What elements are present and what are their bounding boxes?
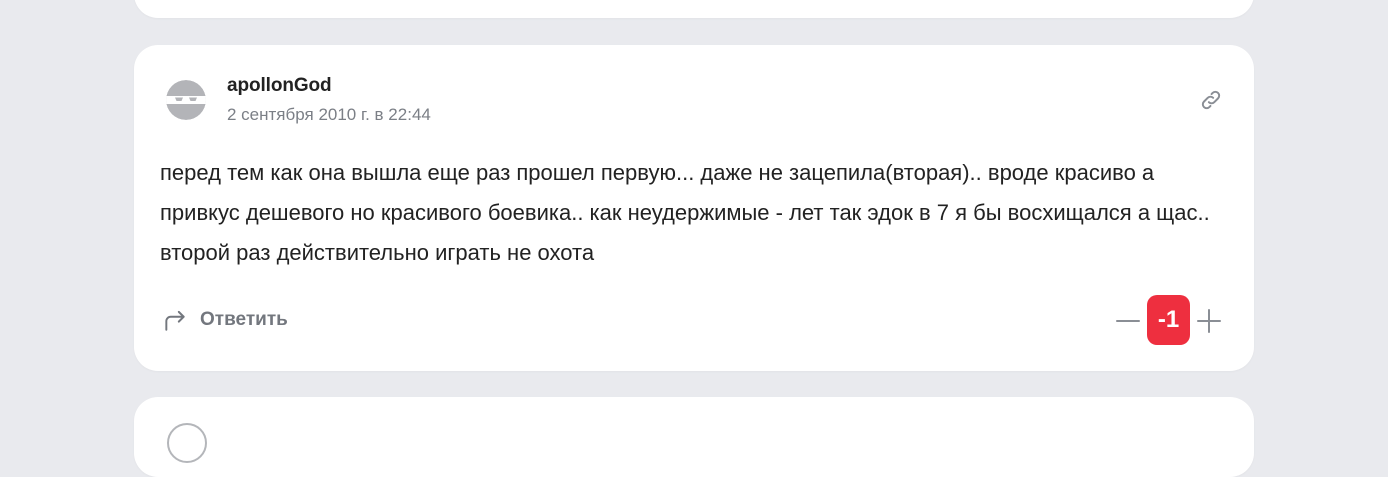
comment-author[interactable]: apollonGod	[227, 75, 332, 97]
reply-arrow-icon	[165, 310, 185, 331]
comment-card: apollonGod 2 сентября 2010 г. в 22:44 пе…	[134, 45, 1254, 371]
avatar[interactable]	[166, 80, 206, 120]
vote-down-button[interactable]	[1114, 307, 1142, 335]
comment-text: перед тем как она вышла еще раз прошел п…	[160, 160, 1210, 265]
rating-badge: -1	[1147, 295, 1190, 345]
anonymous-avatar-icon	[166, 80, 206, 120]
vote-up-button[interactable]	[1195, 307, 1223, 335]
reply-button[interactable]: Ответить	[162, 305, 288, 335]
reply-label: Ответить	[200, 309, 288, 330]
link-icon[interactable]	[1198, 87, 1224, 113]
avatar[interactable]	[167, 423, 207, 463]
minus-icon	[1116, 320, 1140, 322]
previous-comment-card	[134, 0, 1254, 18]
comment-date[interactable]: 2 сентября 2010 г. в 22:44	[227, 105, 431, 125]
next-comment-card	[134, 397, 1254, 477]
plus-icon	[1197, 309, 1221, 333]
